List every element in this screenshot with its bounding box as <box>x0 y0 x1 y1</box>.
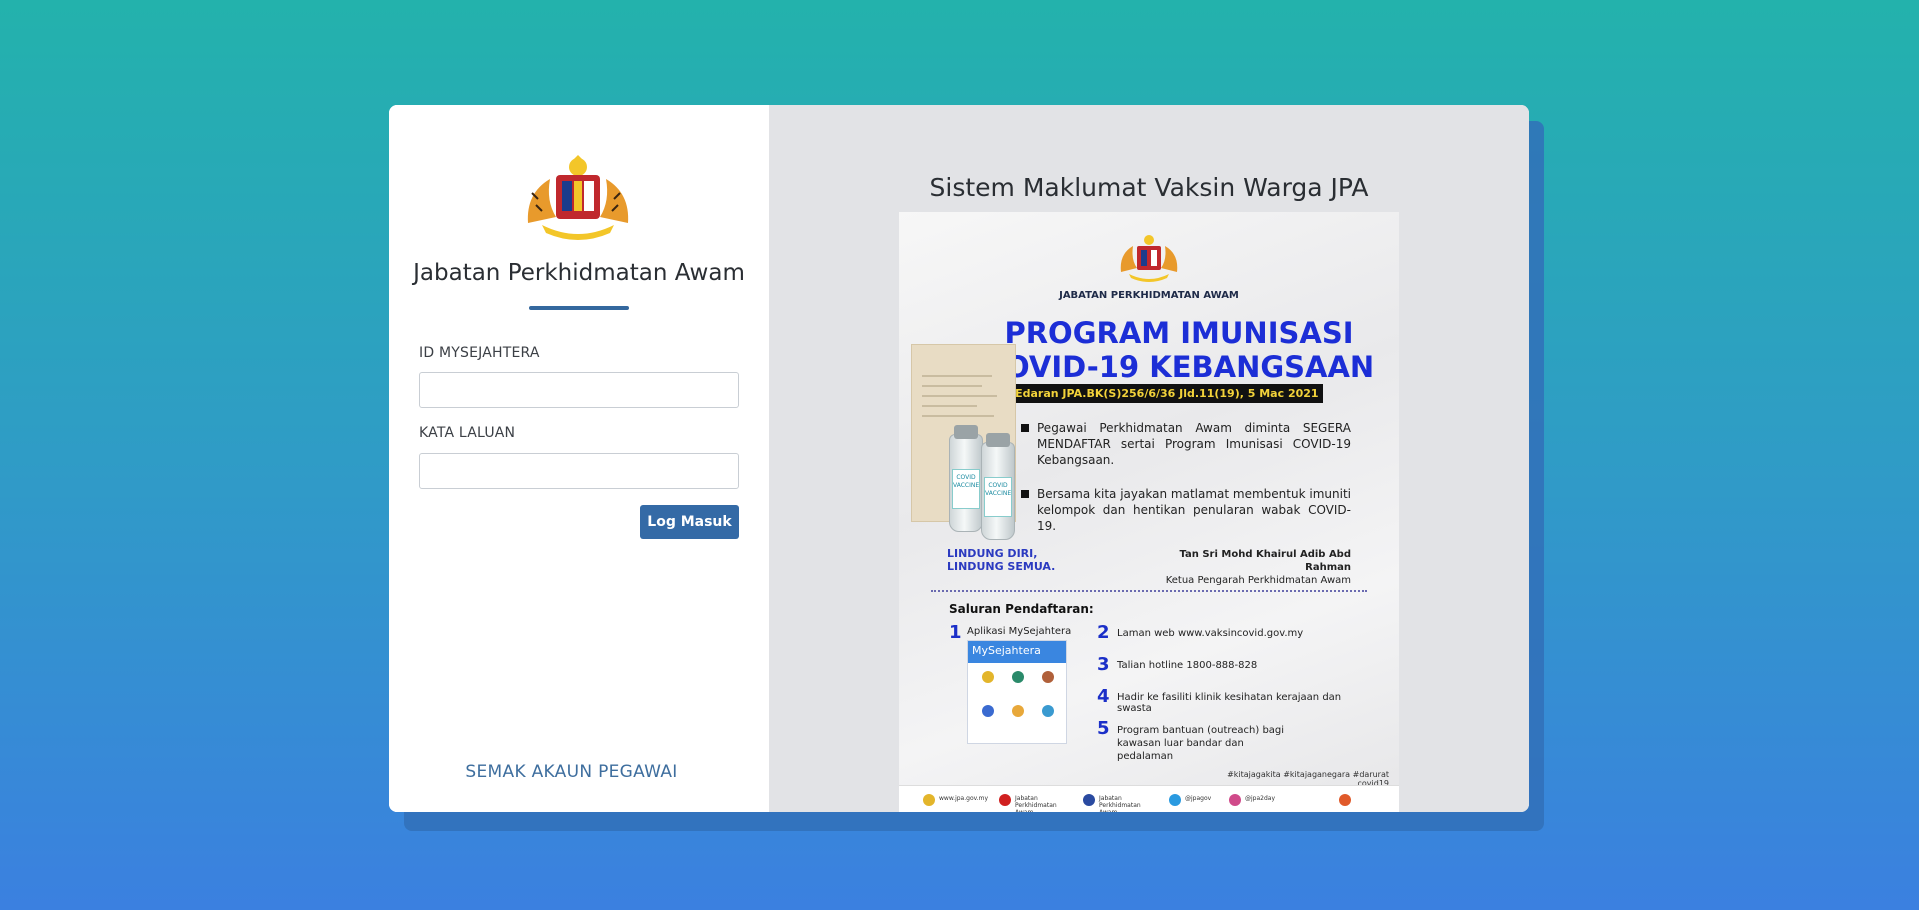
vaccine-poster: JABATAN PERKHIDMATAN AWAM PROGRAM IMUNIS… <box>899 212 1399 812</box>
channel-number: 3 <box>1097 654 1110 675</box>
app-name: MySejahtera <box>968 641 1066 663</box>
slogan-line2: LINDUNG SEMUA. <box>947 560 1056 573</box>
coat-of-arms-icon <box>527 155 629 240</box>
poster-bullet-1: Pegawai Perkhidmatan Awam diminta SEGERA… <box>1037 421 1351 467</box>
password-input[interactable] <box>419 453 739 489</box>
signatory-title: Ketua Pengarah Perkhidmatan Awam <box>1165 575 1351 586</box>
channel-text: Hadir ke fasiliti klinik kesihatan keraj… <box>1117 692 1342 714</box>
facebook-icon <box>1083 794 1095 806</box>
channel-text: Program bantuan (outreach) bagi kawasan … <box>1117 725 1285 762</box>
poster-heading-line1: PROGRAM IMUNISASI <box>1004 316 1354 350</box>
agency-name: Jabatan Perkhidmatan Awam <box>413 260 745 286</box>
info-panel: Sistem Maklumat Vaksin Warga JPA JABATAN… <box>769 105 1529 812</box>
id-label: ID MYSEJAHTERA <box>419 345 540 361</box>
channel-number: 5 <box>1097 718 1110 739</box>
password-label: KATA LALUAN <box>419 425 516 441</box>
id-mysejahtera-input[interactable] <box>419 372 739 408</box>
title-divider <box>529 306 629 310</box>
poster-heading-line2: COVID-19 KEBANGSAAN <box>983 350 1375 384</box>
login-card: Jabatan Perkhidmatan Awam ID MYSEJAHTERA… <box>389 105 1529 812</box>
channel-number: 2 <box>1097 622 1110 643</box>
system-title: Sistem Maklumat Vaksin Warga JPA <box>929 173 1369 202</box>
footer-website: www.jpa.gov.my <box>939 795 989 802</box>
footer-facebook: Jabatan Perkhidmatan Awam <box>1099 795 1141 812</box>
channel-text: Talian hotline 1800-888-828 <box>1117 660 1258 671</box>
poster-slogan: LINDUNG DIRI, LINDUNG SEMUA. <box>947 547 1055 573</box>
website-icon <box>923 794 935 806</box>
channel-number: 1 <box>949 622 962 643</box>
twitter-icon <box>1169 794 1181 806</box>
instagram-icon <box>1229 794 1241 806</box>
login-button[interactable]: Log Masuk <box>640 505 739 539</box>
check-account-link[interactable]: SEMAK AKAUN PEGAWAI <box>389 762 754 782</box>
poster-bullet-2: Bersama kita jayakan matlamat membentuk … <box>1037 487 1351 533</box>
vaccine-vial-icon: COVID VACCINE <box>949 425 983 532</box>
bullet-icon <box>1021 424 1029 432</box>
coat-of-arms-icon <box>1120 235 1178 282</box>
registration-heading: Saluran Pendaftaran: <box>949 602 1094 616</box>
poster-signature: Tan Sri Mohd Khairul Adib Abd Rahman Ket… <box>1139 548 1351 587</box>
sdg-logo-icon <box>1339 794 1351 806</box>
channel-number: 4 <box>1097 686 1110 707</box>
channel-text: Laman web www.vaksincovid.gov.my <box>1117 628 1304 639</box>
channel-text: Aplikasi MySejahtera <box>967 626 1072 637</box>
poster-circular: Surat Edaran JPA.BK(S)256/6/36 Jld.11(19… <box>973 384 1323 403</box>
bullet-icon <box>1021 490 1029 498</box>
poster-department: JABATAN PERKHIDMATAN AWAM <box>1059 290 1239 301</box>
slogan-line1: LINDUNG DIRI, <box>947 547 1038 560</box>
footer-youtube: Jabatan Perkhidmatan Awam <box>1015 795 1057 812</box>
signatory-name: Tan Sri Mohd Khairul Adib Abd Rahman <box>1179 549 1351 573</box>
vaccine-vial-icon: COVID VACCINE <box>981 433 1015 540</box>
poster-footer: www.jpa.gov.my Jabatan Perkhidmatan Awam… <box>899 785 1399 812</box>
poster-heading: PROGRAM IMUNISASI COVID-19 KEBANGSAAN <box>969 316 1389 384</box>
login-panel: Jabatan Perkhidmatan Awam ID MYSEJAHTERA… <box>389 105 769 812</box>
dotted-divider <box>931 590 1367 592</box>
youtube-icon <box>999 794 1011 806</box>
footer-twitter: @jpagov <box>1185 795 1212 802</box>
mysejahtera-app-screenshot: MySejahtera <box>967 640 1067 744</box>
footer-instagram: @jpa2day <box>1245 795 1276 802</box>
